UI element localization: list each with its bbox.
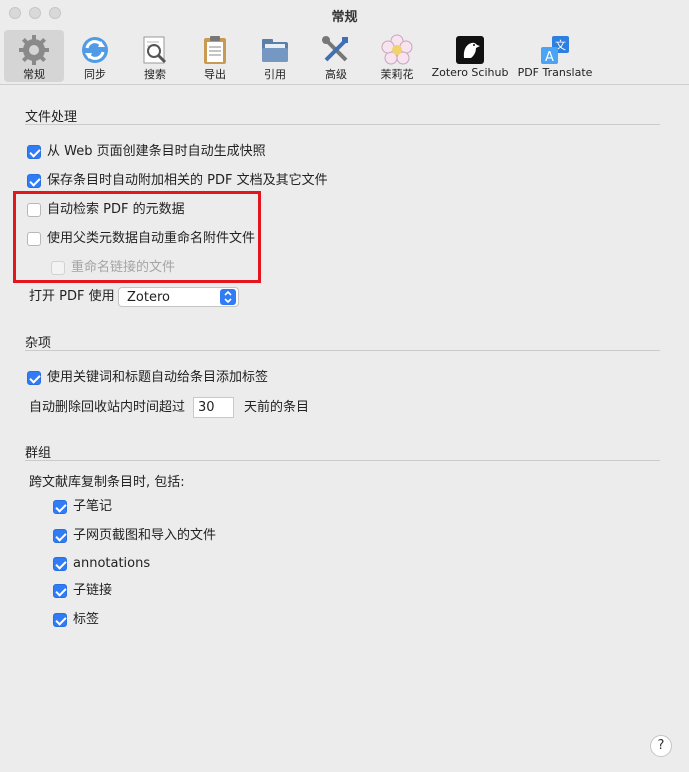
tab-pdf-translate-label: PDF Translate xyxy=(517,66,593,79)
flower-icon xyxy=(381,34,413,65)
trash-suffix-label: 天前的条目 xyxy=(244,400,310,415)
copy-items-label: 跨文献库复制条目时, 包括: xyxy=(29,475,185,490)
trash-prefix-label: 自动删除回收站内时间超过 xyxy=(29,400,186,415)
child-notes-checkbox[interactable] xyxy=(53,500,67,514)
annotations-label: annotations xyxy=(73,556,151,571)
tab-jasminum-label: 茉莉花 xyxy=(380,68,414,81)
highlight-box xyxy=(13,191,261,283)
auto-tags-checkbox[interactable] xyxy=(27,371,41,385)
tags-checkbox[interactable] xyxy=(53,613,67,627)
tab-sync[interactable]: 同步 xyxy=(66,30,124,82)
tab-search[interactable]: 搜索 xyxy=(126,30,184,82)
snapshot-checkbox[interactable] xyxy=(27,145,41,159)
search-icon xyxy=(143,36,167,64)
tab-pdf-translate[interactable]: 文 A PDF Translate xyxy=(514,30,596,82)
snapshot-label: 从 Web 页面创建条目时自动生成快照 xyxy=(47,144,266,159)
tab-advanced[interactable]: 高级 xyxy=(306,30,366,82)
child-links-label: 子链接 xyxy=(73,583,113,598)
child-notes-label: 子笔记 xyxy=(73,499,113,514)
translate-icon: 文 A xyxy=(541,36,569,65)
trash-days-value: 30 xyxy=(198,400,215,415)
file-handling-heading: 文件处理 xyxy=(25,110,78,125)
tab-general[interactable]: 常规 xyxy=(4,30,64,82)
groups-divider xyxy=(25,460,660,461)
tab-zotero-scihub[interactable]: Zotero Scihub xyxy=(428,30,512,82)
window-title: 常规 xyxy=(331,10,358,25)
misc-heading: 杂项 xyxy=(25,336,52,351)
sync-icon xyxy=(82,37,108,63)
clipboard-icon xyxy=(204,36,226,64)
chevron-updown-icon xyxy=(220,289,236,305)
tab-jasminum[interactable]: 茉莉花 xyxy=(368,30,426,82)
tab-advanced-label: 高级 xyxy=(325,68,347,81)
groups-heading: 群组 xyxy=(25,446,52,461)
open-pdf-value: Zotero xyxy=(127,290,170,305)
trash-days-input[interactable]: 30 xyxy=(193,397,234,418)
auto-tags-label: 使用关键词和标题自动给条目添加标签 xyxy=(47,370,269,385)
svg-text:A: A xyxy=(545,50,554,65)
tab-cite-label: 引用 xyxy=(264,68,286,81)
tools-icon xyxy=(322,36,348,62)
misc-divider xyxy=(25,350,660,351)
child-snapshots-checkbox[interactable] xyxy=(53,529,67,543)
tab-sync-label: 同步 xyxy=(84,68,106,81)
tags-label: 标签 xyxy=(73,612,100,627)
help-button[interactable]: ? xyxy=(650,735,672,757)
tab-cite[interactable]: 引用 xyxy=(246,30,304,82)
tab-export-label: 导出 xyxy=(204,68,226,81)
open-pdf-label: 打开 PDF 使用 xyxy=(29,289,115,304)
folder-icon xyxy=(262,39,288,62)
open-pdf-select[interactable]: Zotero xyxy=(118,287,239,307)
attach-pdf-label: 保存条目时自动附加相关的 PDF 文档及其它文件 xyxy=(47,173,328,188)
preferences-toolbar: 常规 同步 搜索 导出 引用 高级 茉莉花 Zotero Scihub 文 A … xyxy=(0,28,689,85)
raven-icon xyxy=(456,36,484,64)
title-bar: 常规 xyxy=(0,0,689,28)
preferences-window: 常规 常规 同步 搜索 导出 引用 高级 茉莉花 Zotero Scihub 文… xyxy=(0,0,689,772)
tab-export[interactable]: 导出 xyxy=(186,30,244,82)
child-links-checkbox[interactable] xyxy=(53,584,67,598)
tab-search-label: 搜索 xyxy=(144,68,166,81)
file-handling-divider xyxy=(25,124,660,125)
gear-icon xyxy=(19,35,49,65)
annotations-checkbox[interactable] xyxy=(53,557,67,571)
tab-zotero-scihub-label: Zotero Scihub xyxy=(431,66,509,79)
attach-pdf-checkbox[interactable] xyxy=(27,174,41,188)
child-snapshots-label: 子网页截图和导入的文件 xyxy=(73,528,217,543)
tab-general-label: 常规 xyxy=(23,68,45,81)
